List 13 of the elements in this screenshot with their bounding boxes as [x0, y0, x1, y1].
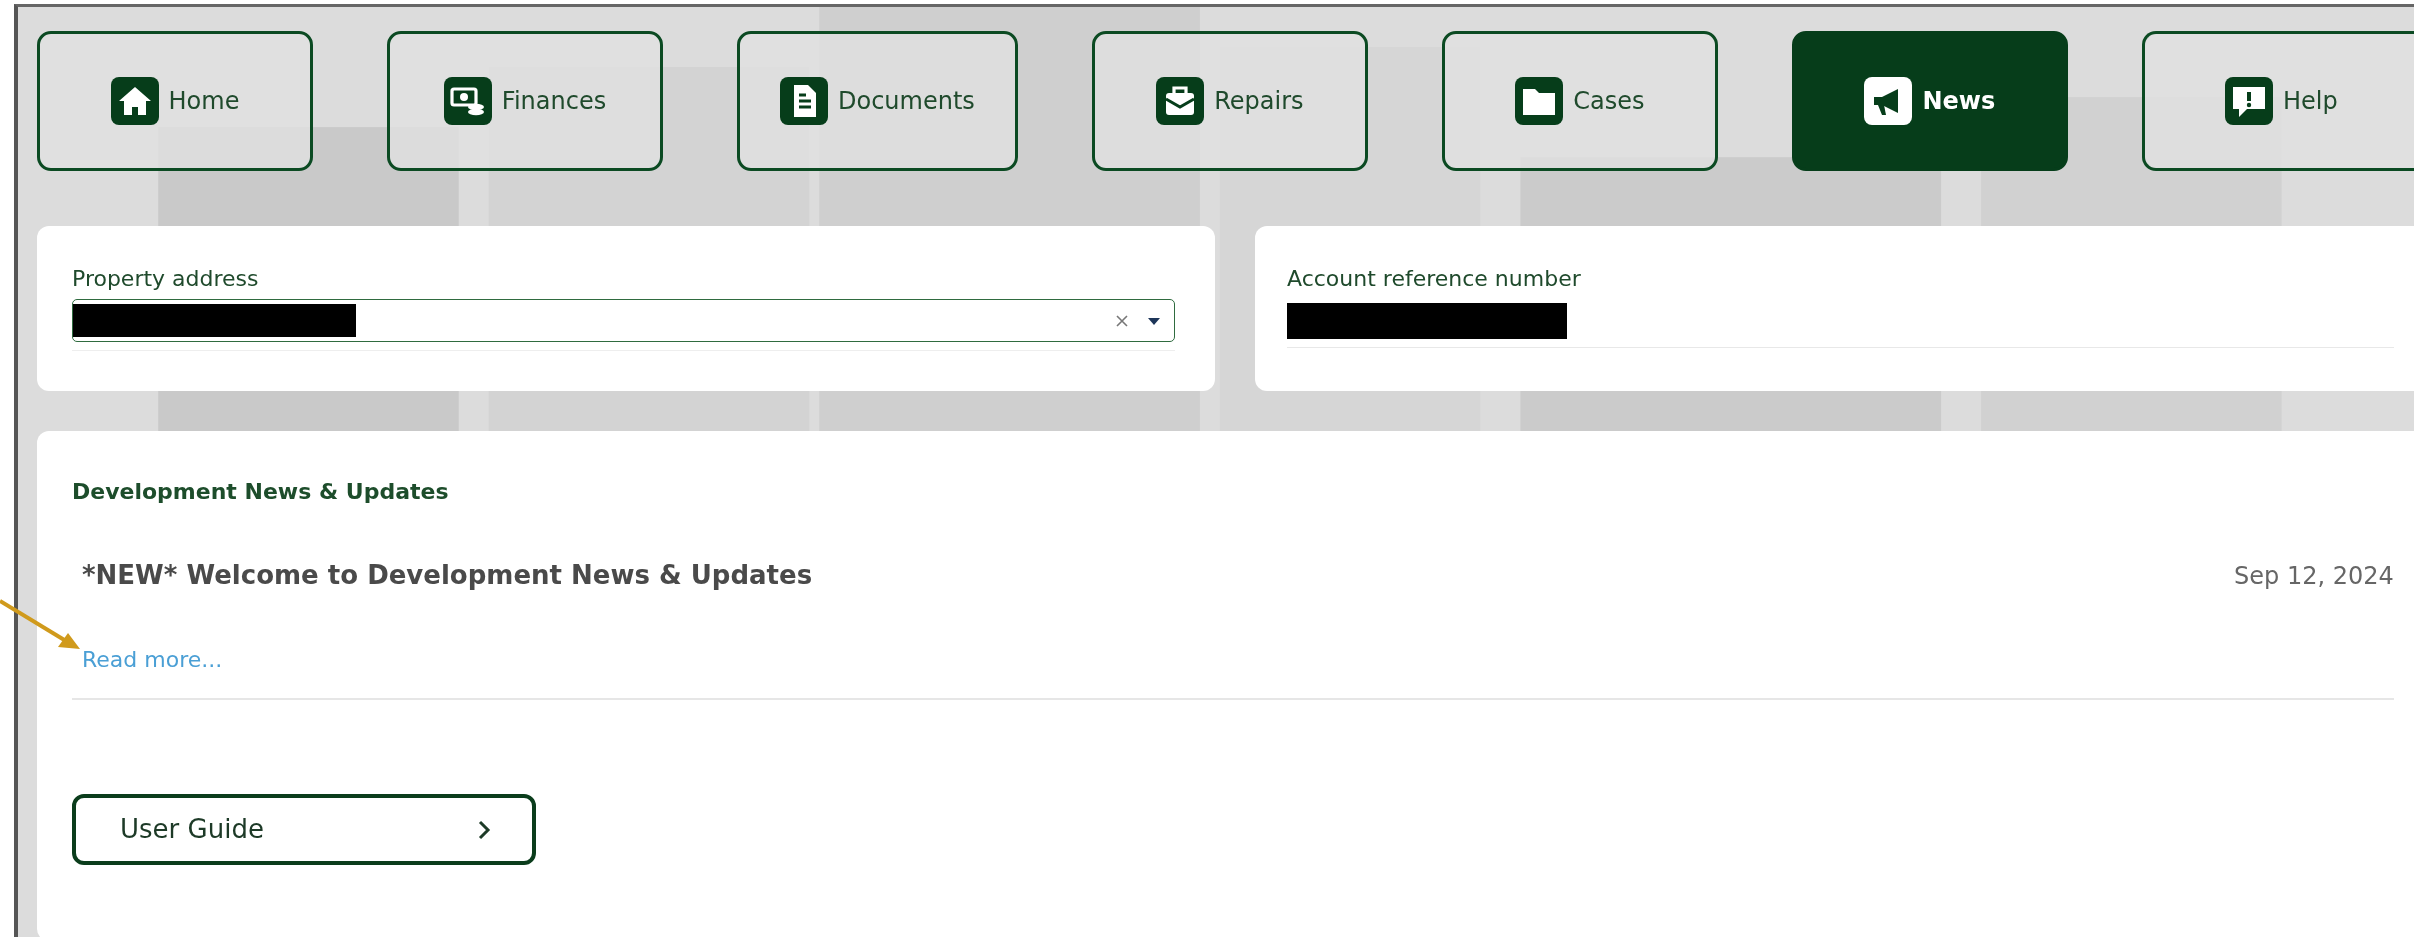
nav-tab[interactable]: Repairs [1091, 31, 1368, 171]
news-title: *NEW* Welcome to Development News & Updates [82, 559, 813, 592]
nav-tab[interactable]: Documents [737, 31, 1018, 171]
nav-tab[interactable]: Cases [1441, 31, 1718, 171]
nav-tab[interactable]: News [1791, 31, 2068, 171]
section-heading: Development News & Updates [72, 478, 450, 506]
news-date: Sep 12, 2024 [2234, 560, 2394, 592]
nav-tab[interactable]: Finances [387, 31, 663, 171]
field-label: Property address [72, 265, 260, 293]
nav-tab[interactable]: Home [37, 31, 313, 171]
field-label: Account reference number [1287, 265, 1582, 293]
nav-tab[interactable]: Help [2141, 31, 2414, 171]
user-guide-button[interactable]: User Guide [72, 794, 536, 865]
